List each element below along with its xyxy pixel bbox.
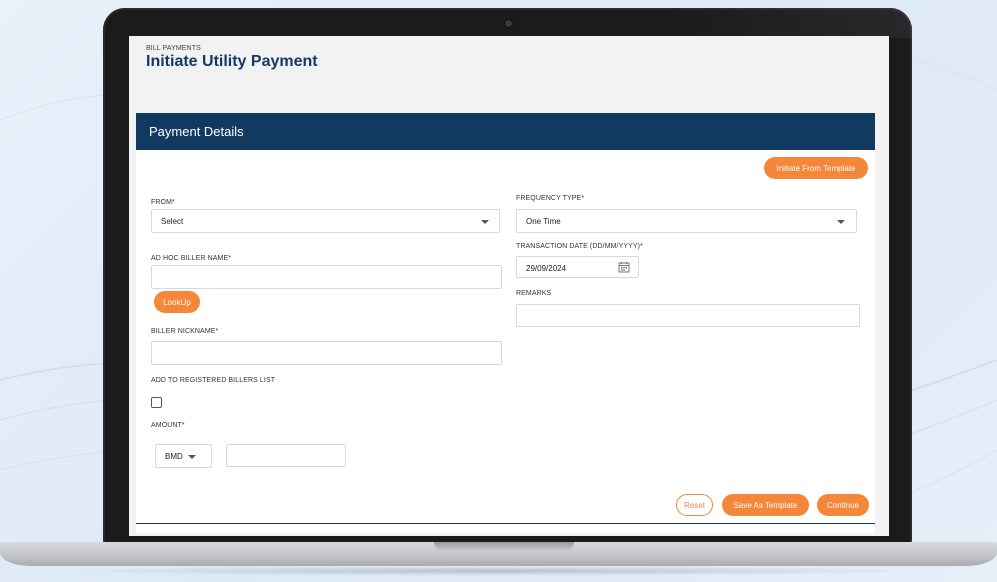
chevron-down-icon [837,220,845,224]
remarks-label: REMARKS [516,290,552,297]
transaction-date-input[interactable]: 29/09/2024 [516,256,639,278]
remarks-input[interactable] [516,304,860,327]
initiate-from-template-button[interactable]: Initiate From Template [764,157,868,179]
frequency-type-value: One Time [526,217,561,226]
laptop-base-notch [434,542,574,550]
biller-nickname-input[interactable] [151,341,502,365]
add-to-registered-billers-label: ADD TO REGISTERED BILLERS LIST [151,377,276,384]
from-value: Select [161,217,184,226]
save-as-template-button[interactable]: Save As Template [722,494,809,516]
from-select[interactable]: Select [151,209,500,233]
calendar-icon[interactable] [618,261,630,273]
payment-details-card: Payment Details Initiate From Template F… [136,113,875,533]
ad-hoc-biller-name-label: AD HOC BILLER NAME* [151,255,232,262]
page-title: Initiate Utility Payment [146,53,318,70]
lid-glare [663,8,912,38]
frequency-type-label: FREQUENCY TYPE* [516,195,585,202]
amount-label: AMOUNT* [151,422,185,429]
biller-nickname-label: BILLER NICKNAME* [151,328,219,335]
card-header: Payment Details [136,113,875,150]
laptop-shadow [60,566,937,576]
amount-input[interactable] [226,444,346,467]
add-to-registered-billers-checkbox[interactable] [151,397,162,408]
card-bottom-divider [136,523,875,524]
continue-button[interactable]: Continue [817,494,869,516]
frequency-type-select[interactable]: One Time [516,209,857,233]
ad-hoc-biller-name-input[interactable] [151,265,502,289]
card-title: Payment Details [149,124,244,139]
chevron-down-icon [188,455,196,459]
from-label: FROM* [151,199,175,206]
reset-button[interactable]: Reset [676,494,713,516]
chevron-down-icon [481,220,489,224]
app-screen: BILL PAYMENTS Initiate Utility Payment P… [129,36,889,536]
camera-icon [505,20,512,27]
currency-value: BMD [165,452,183,461]
transaction-date-value: 29/09/2024 [526,264,567,273]
breadcrumb: BILL PAYMENTS [146,45,201,52]
transaction-date-label: TRANSACTION DATE (DD/MM/YYYY)* [516,243,643,250]
currency-select[interactable]: BMD [155,444,212,468]
lookup-button[interactable]: LookUp [154,291,200,313]
